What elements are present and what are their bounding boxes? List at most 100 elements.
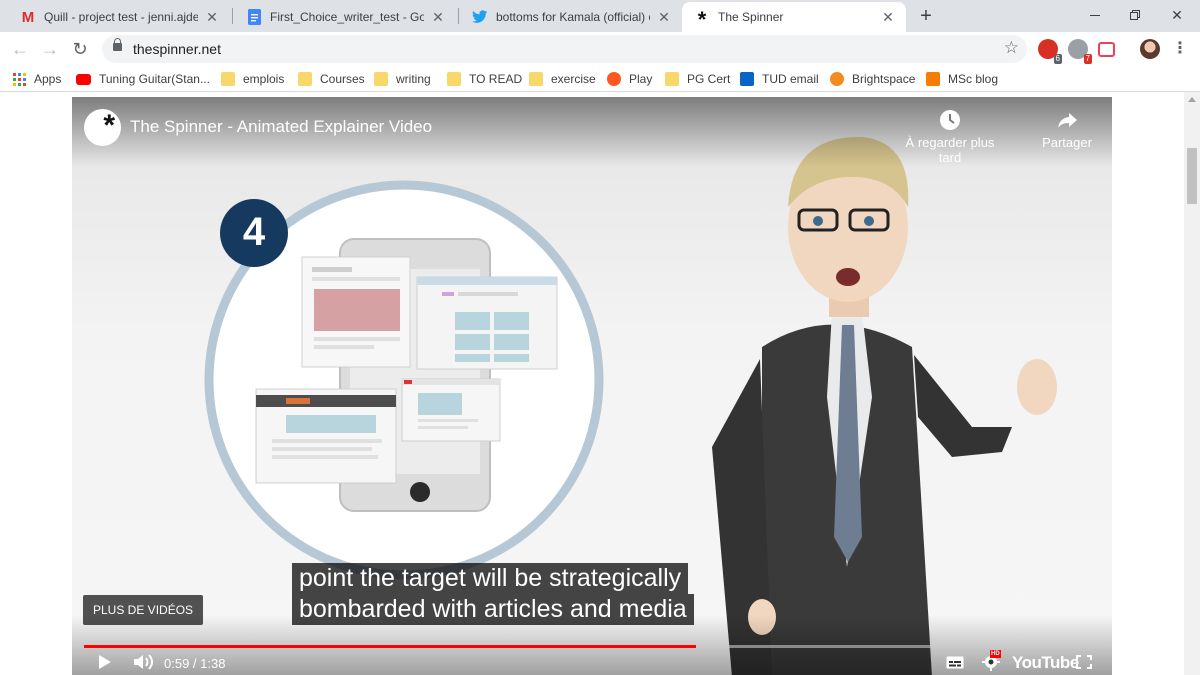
bookmark-emplois[interactable]: emplois [221, 70, 284, 88]
lock-icon [113, 38, 122, 51]
forward-arrow-icon: → [41, 39, 59, 59]
subtitles-icon[interactable] [946, 656, 964, 669]
tab-separator [232, 8, 233, 24]
tab-twitter[interactable]: bottoms for Kamala (official) on T ✕ [460, 2, 682, 32]
volume-icon[interactable] [132, 653, 154, 671]
tab-title: Quill - project test - jenni.ajderian [44, 10, 198, 24]
page-scrollbar[interactable] [1184, 92, 1200, 675]
bookmark-pg-cert[interactable]: PG Cert [665, 70, 730, 88]
tab-title: bottoms for Kamala (official) on T [496, 10, 650, 24]
extension-grey-icon[interactable]: 7 [1068, 39, 1092, 64]
tab-the-spinner[interactable]: * The Spinner ✕ [682, 2, 906, 32]
play-icon[interactable] [96, 654, 112, 670]
scrollbar-thumb[interactable] [1187, 148, 1197, 204]
asterisk-icon: * [697, 7, 707, 32]
extension-badge: 6 [1053, 54, 1062, 64]
profile-avatar[interactable] [1140, 39, 1160, 59]
close-window-icon: ✕ [1171, 6, 1183, 23]
youtube-logo[interactable]: YouTube [1012, 653, 1079, 673]
reload-icon: ↻ [72, 39, 88, 59]
bookmark-msc-blog[interactable]: MSc blog [926, 70, 998, 88]
reload-button[interactable]: ↻ [68, 37, 92, 61]
twitter-icon [472, 9, 488, 25]
blogger-icon [926, 72, 940, 86]
watch-later-label: À regarder plus tard [905, 135, 995, 165]
bookmark-courses[interactable]: Courses [298, 70, 365, 88]
bookmark-exercise[interactable]: exercise [529, 70, 596, 88]
hd-badge: HD [990, 650, 1001, 658]
back-button[interactable]: ← [8, 37, 32, 61]
share-arrow-icon [1058, 113, 1077, 128]
folder-icon [447, 72, 461, 86]
bookmark-tuning-guitar[interactable]: Tuning Guitar(Stan... [76, 70, 210, 88]
bookmark-label: exercise [551, 72, 596, 86]
bookmark-writing[interactable]: writing [374, 70, 431, 88]
bookmark-label: emplois [243, 72, 285, 86]
address-bar[interactable]: thespinner.net ☆ [102, 35, 1027, 63]
close-icon[interactable]: ✕ [430, 9, 446, 26]
extension-red-icon[interactable]: 6 [1038, 39, 1062, 64]
bookmark-star-icon[interactable]: ☆ [1004, 38, 1019, 58]
tab-title: First_Choice_writer_test - Google [270, 10, 424, 24]
bookmark-label: Apps [34, 72, 62, 86]
restore-button[interactable] [1112, 0, 1158, 30]
share-label: Partager [1042, 135, 1092, 150]
bookmark-play[interactable]: Play [607, 70, 652, 88]
tab-separator [458, 8, 459, 24]
close-icon[interactable]: ✕ [880, 9, 896, 26]
url-text[interactable]: thespinner.net [133, 41, 221, 57]
bookmark-label: PG Cert [687, 72, 731, 86]
scroll-up-icon[interactable] [1188, 97, 1196, 102]
new-tab-button[interactable]: + [914, 4, 938, 28]
gmail-icon: M [21, 8, 35, 26]
back-arrow-icon: ← [11, 39, 29, 59]
progress-played [84, 645, 696, 648]
step-number-badge: 4 [242, 210, 266, 254]
folder-icon [374, 72, 388, 86]
folder-icon [529, 72, 543, 86]
tab-google-docs[interactable]: First_Choice_writer_test - Google ✕ [234, 2, 456, 32]
outlook-icon [740, 72, 754, 86]
bookmark-label: TO READ [469, 72, 523, 86]
bookmark-label: TUD email [762, 72, 819, 86]
watch-later-button[interactable]: À regarder plus tard [905, 109, 995, 165]
forward-button[interactable]: → [38, 37, 62, 61]
folder-icon [665, 72, 679, 86]
share-button[interactable]: Partager [1022, 109, 1112, 150]
pocket-icon[interactable] [1098, 42, 1115, 57]
folder-icon [221, 72, 235, 86]
bookmark-to-read[interactable]: TO READ [447, 70, 522, 88]
restore-icon [1130, 10, 1140, 20]
google-docs-icon [246, 9, 262, 25]
tab-strip: M Quill - project test - jenni.ajderian … [0, 0, 1200, 32]
bookmark-tud-email[interactable]: TUD email [740, 70, 819, 88]
youtube-embed[interactable]: 4 * The Spinner - Animated Explainer Vid… [72, 97, 1112, 675]
close-icon[interactable]: ✕ [656, 9, 672, 26]
bookmark-label: Play [629, 72, 653, 86]
play-music-icon [607, 72, 621, 86]
caption-line-1: point the target will be strategically [292, 563, 689, 594]
player-controls: 0:59 / 1:38 HD YouTube [72, 649, 1112, 675]
progress-bar[interactable] [84, 645, 1100, 648]
channel-logo[interactable]: * [84, 109, 121, 146]
clock-icon [940, 110, 960, 130]
menu-kebab-icon[interactable]: ⋮ [1172, 38, 1188, 60]
bookmark-apps[interactable]: Apps [13, 70, 61, 88]
bookmark-label: writing [396, 72, 431, 86]
bookmark-brightspace[interactable]: Brightspace [830, 70, 915, 88]
video-title[interactable]: The Spinner - Animated Explainer Video [130, 117, 432, 137]
youtube-icon [76, 73, 91, 85]
tab-title: The Spinner [718, 10, 784, 24]
brightspace-icon [830, 72, 844, 86]
fullscreen-icon[interactable] [1076, 655, 1092, 669]
bookmarks-bar: Apps Tuning Guitar(Stan... emplois Cours… [0, 66, 1200, 92]
presenter-character [712, 136, 1057, 675]
apps-grid-icon [13, 72, 26, 86]
folder-icon [298, 72, 312, 86]
close-window-button[interactable]: ✕ [1154, 0, 1200, 30]
bookmark-label: MSc blog [948, 72, 999, 86]
close-icon[interactable]: ✕ [204, 9, 220, 26]
tab-gmail[interactable]: M Quill - project test - jenni.ajderian … [8, 2, 230, 32]
browser-toolbar: ← → ↻ thespinner.net ☆ 6 7 ⋮ [0, 32, 1200, 66]
minimize-icon [1090, 14, 1100, 16]
